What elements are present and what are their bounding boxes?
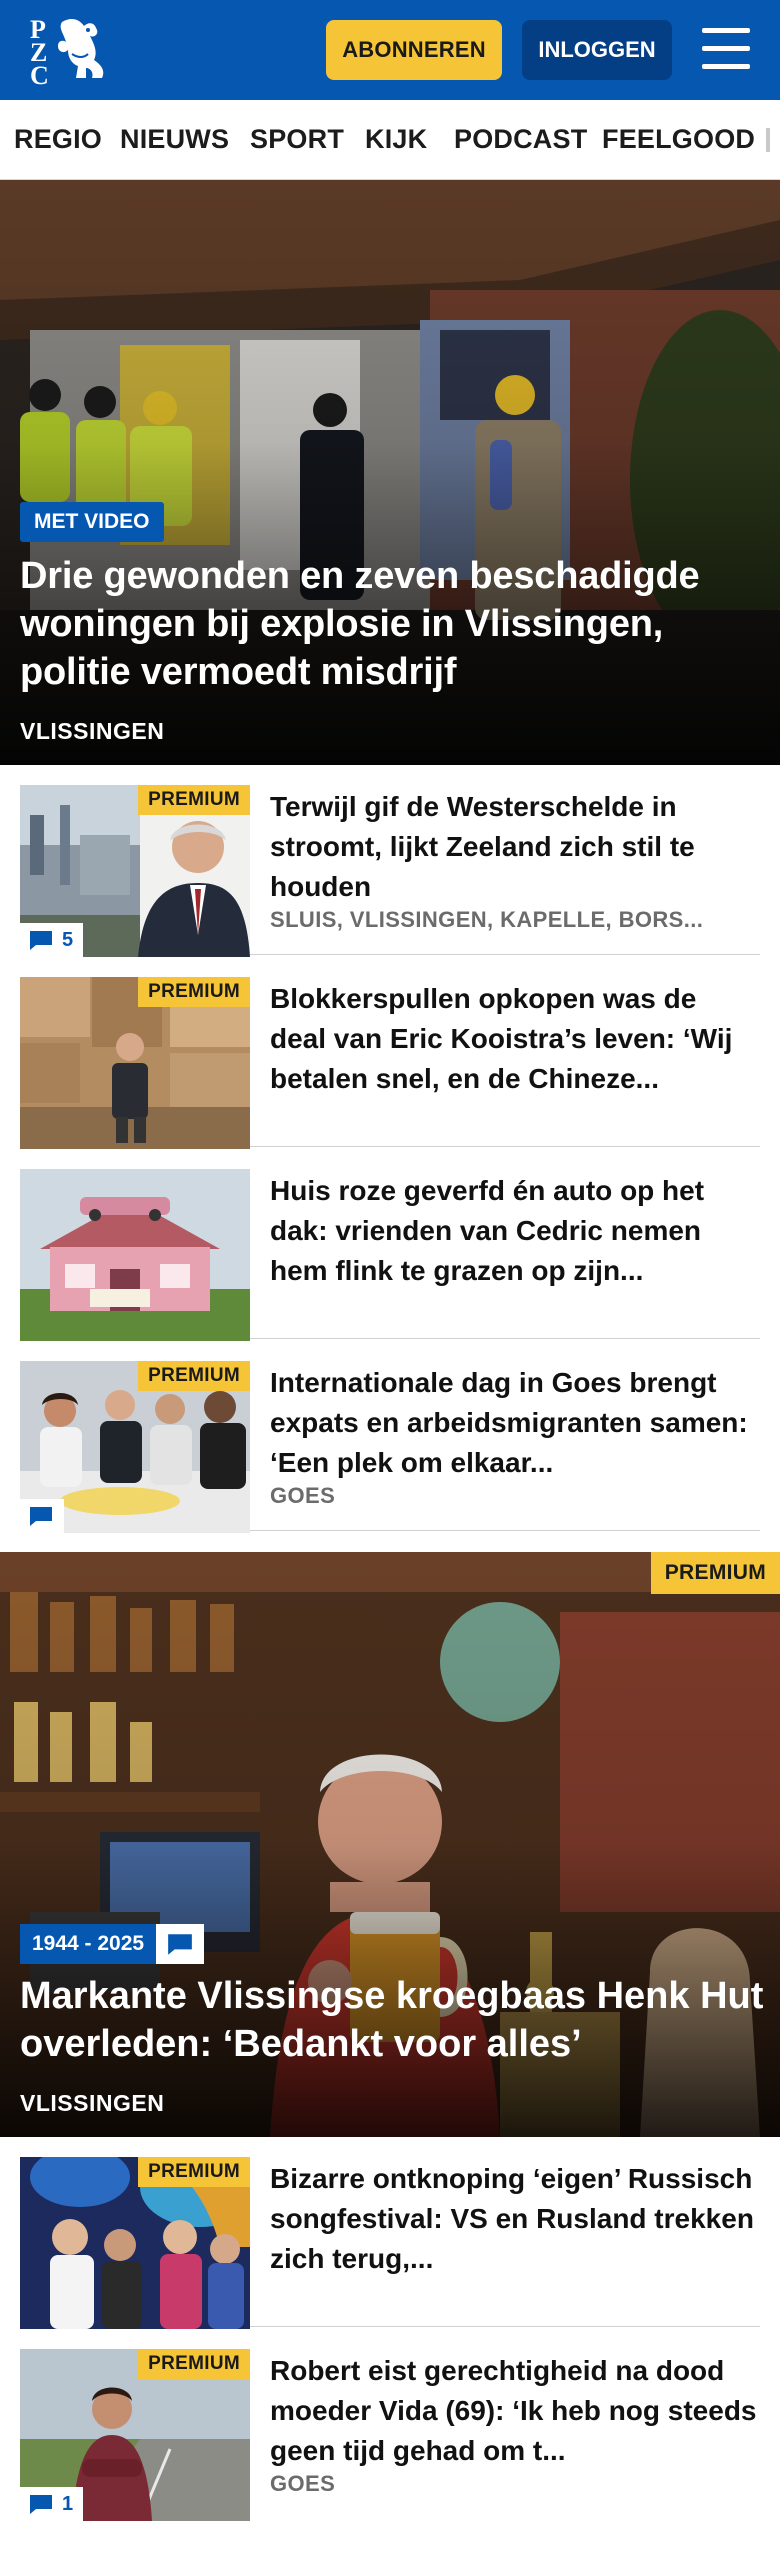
top-header: P Z C ABONNEREN INLOGGEN xyxy=(0,0,780,100)
article-title[interactable]: Internationale dag in Goes brengt expats… xyxy=(270,1363,760,1483)
feature-location: VLISSINGEN xyxy=(20,2090,165,2116)
article-card[interactable]: PREMIUM 5 Terwijl gif de Westerschelde i… xyxy=(20,765,760,957)
premium-badge: PREMIUM xyxy=(138,1361,250,1391)
comment-count-value: 5 xyxy=(62,928,74,951)
article-location: GOES xyxy=(270,1483,336,1508)
comment-count[interactable]: 1 xyxy=(20,2487,84,2521)
menu-hamburger-icon[interactable] xyxy=(700,26,752,72)
premium-badge: PREMIUM xyxy=(138,785,250,815)
feature-headline[interactable]: Markante Vlissingse kroegbaas Henk Hut o… xyxy=(20,1972,765,2068)
nav-item-sport[interactable]: SPORT xyxy=(250,124,344,155)
article-card[interactable]: PREMIUM Bizarre ontknoping ‘eigen’ Russi… xyxy=(20,2137,760,2329)
article-thumbnail: PREMIUM 1 xyxy=(20,2349,250,2521)
login-button[interactable]: INLOGGEN xyxy=(522,20,672,80)
article-card[interactable]: Huis roze geverfd én auto op het dak: vr… xyxy=(20,1149,760,1341)
article-title[interactable]: Huis roze geverfd én auto op het dak: vr… xyxy=(270,1171,760,1291)
article-card[interactable]: PREMIUM 1 Robert eist gerechtigheid na d… xyxy=(20,2329,760,2521)
comment-icon xyxy=(30,931,52,950)
comment-count[interactable] xyxy=(156,1924,205,1964)
article-location: GOES xyxy=(270,2471,336,2496)
comment-count-value: 1 xyxy=(62,2492,74,2515)
hero-location: VLISSINGEN xyxy=(20,718,165,744)
nav-overflow-indicator xyxy=(766,128,770,152)
article-thumbnail: PREMIUM xyxy=(20,2157,250,2329)
nav-item-nieuws[interactable]: NIEUWS xyxy=(120,124,229,155)
lifespan-tag: 1944 - 2025 xyxy=(20,1924,157,1964)
hero-headline[interactable]: Drie gewonden en zeven beschadigde wonin… xyxy=(20,552,765,696)
pzc-logo[interactable]: P Z C xyxy=(28,14,112,90)
comment-count[interactable] xyxy=(20,1499,64,1533)
article-title[interactable]: Bizarre ontknoping ‘eigen’ Russisch song… xyxy=(270,2159,760,2279)
nav-item-regio[interactable]: REGIO xyxy=(14,124,102,155)
premium-badge: PREMIUM xyxy=(650,1552,780,1594)
article-thumbnail: PREMIUM 5 xyxy=(20,785,250,957)
article-location: SLUIS, VLISSINGEN, KAPELLE, BORS... xyxy=(270,907,704,932)
feature-article[interactable]: PREMIUM 1944 - 2025 Markante Vlissingse … xyxy=(0,1552,780,2137)
article-title[interactable]: Blokkerspullen opkopen was de deal van E… xyxy=(270,979,760,1099)
article-card[interactable]: PREMIUM Blokkerspullen opkopen was de de… xyxy=(20,957,760,1149)
comment-icon xyxy=(168,1934,192,1955)
logo-letter-c: C xyxy=(30,61,49,86)
article-thumbnail: PREMIUM xyxy=(20,977,250,1149)
nav-item-podcast[interactable]: PODCAST xyxy=(454,124,587,155)
lion-emblem-icon xyxy=(58,19,104,78)
nav-item-kijk[interactable]: KIJK xyxy=(365,124,427,155)
video-badge: MET VIDEO xyxy=(20,502,164,542)
subscribe-button[interactable]: ABONNEREN xyxy=(326,20,502,80)
premium-badge: PREMIUM xyxy=(138,977,250,1007)
premium-badge: PREMIUM xyxy=(138,2349,250,2379)
comment-icon xyxy=(30,1507,52,1526)
premium-badge: PREMIUM xyxy=(138,2157,250,2187)
hero-article[interactable]: MET VIDEO Drie gewonden en zeven beschad… xyxy=(0,180,780,765)
comment-count[interactable]: 5 xyxy=(20,923,84,957)
feature-tags: 1944 - 2025 xyxy=(20,1924,205,1964)
article-card[interactable]: PREMIUM Internationale dag in Goes breng… xyxy=(20,1341,760,1533)
article-thumbnail: PREMIUM xyxy=(20,1361,250,1533)
comment-icon xyxy=(30,2495,52,2514)
article-thumbnail xyxy=(20,1169,250,1341)
nav-item-feelgood[interactable]: FEELGOOD xyxy=(602,124,755,155)
article-title[interactable]: Robert eist gerechtigheid na dood moeder… xyxy=(270,2351,760,2471)
section-nav: REGIO NIEUWS SPORT KIJK PODCAST FEELGOOD xyxy=(0,100,780,180)
article-title[interactable]: Terwijl gif de Westerschelde in stroomt,… xyxy=(270,787,760,907)
